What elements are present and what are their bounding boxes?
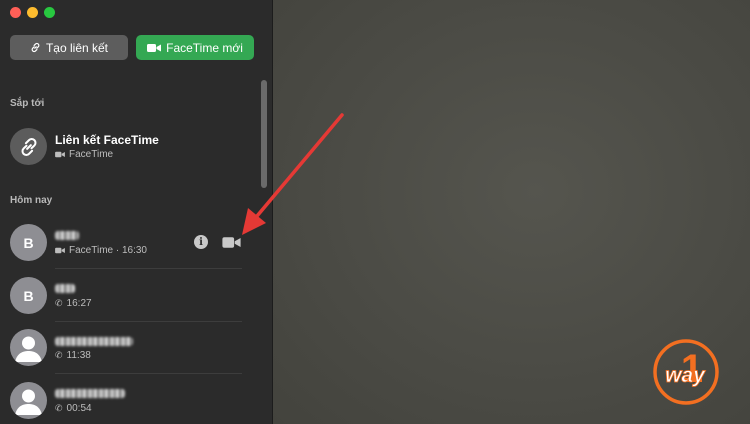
video-camera-icon — [55, 151, 65, 158]
avatar: B — [10, 224, 47, 261]
section-header-upcoming: Sắp tới — [10, 98, 45, 109]
avatar: B — [10, 277, 47, 314]
divider — [55, 268, 242, 269]
link-avatar — [10, 128, 47, 165]
section-header-today: Hôm nay — [10, 195, 53, 206]
minimize-window-button[interactable] — [27, 7, 38, 18]
avatar — [10, 382, 47, 419]
phone-icon: ✆ — [55, 350, 63, 360]
divider — [55, 321, 242, 322]
video-camera-icon — [55, 247, 65, 254]
contact-name-redacted — [55, 284, 75, 293]
create-link-label: Tạo liên kết — [45, 40, 109, 55]
new-facetime-button[interactable]: FaceTime mới — [136, 35, 254, 60]
call-detail: ✆ 16:27 — [55, 298, 92, 309]
close-window-button[interactable] — [10, 7, 21, 18]
new-facetime-label: FaceTime mới — [166, 40, 243, 55]
oneway-watermark-logo: 1 way — [653, 339, 719, 405]
zoom-window-button[interactable] — [44, 7, 55, 18]
annotation-arrow — [242, 113, 344, 235]
avatar — [10, 329, 47, 366]
call-detail-text: FaceTime · 16:30 — [69, 245, 147, 256]
contact-name-redacted — [55, 337, 133, 346]
call-detail-text: 11:38 — [66, 350, 91, 361]
divider — [55, 373, 242, 374]
contact-name-redacted — [55, 389, 125, 398]
create-link-button[interactable]: Tạo liên kết — [10, 35, 128, 60]
call-detail-text: 00:54 — [66, 403, 92, 414]
video-camera-icon — [147, 43, 162, 52]
call-detail: ✆ 00:54 — [55, 403, 92, 414]
info-icon[interactable]: i — [194, 235, 208, 249]
contact-name-redacted — [55, 231, 79, 240]
watermark-text: way — [665, 364, 706, 387]
person-icon — [15, 336, 42, 362]
upcoming-item-subtitle: FaceTime — [55, 149, 113, 160]
call-detail: ✆ 11:38 — [55, 350, 91, 361]
link-icon — [21, 137, 36, 156]
link-icon — [31, 42, 40, 53]
upcoming-item-title: Liên kết FaceTime — [55, 133, 159, 147]
phone-icon: ✆ — [55, 298, 63, 308]
upcoming-item-subtitle-text: FaceTime — [69, 149, 114, 160]
call-detail-text: 16:27 — [66, 298, 92, 309]
phone-icon: ✆ — [55, 403, 63, 413]
call-detail: FaceTime · 16:30 — [55, 245, 147, 256]
person-icon — [15, 389, 42, 415]
